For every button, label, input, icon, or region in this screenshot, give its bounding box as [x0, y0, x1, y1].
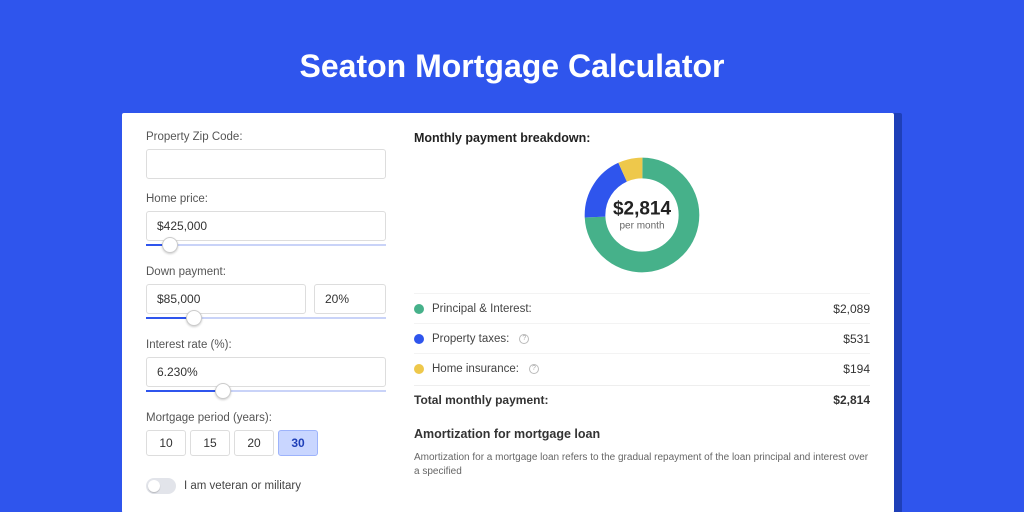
period-btn-15[interactable]: 15 — [190, 430, 230, 456]
zip-input[interactable] — [146, 149, 386, 179]
price-slider[interactable] — [146, 240, 386, 252]
total-row: Total monthly payment: $2,814 — [414, 385, 870, 407]
zip-label: Property Zip Code: — [146, 131, 386, 143]
amortization-section: Amortization for mortgage loan Amortizat… — [414, 427, 870, 479]
calculator-card: Property Zip Code: Home price: Down paym… — [122, 113, 894, 512]
period-btn-30[interactable]: 30 — [278, 430, 318, 456]
legend-row-taxes: Property taxes: ? $531 — [414, 323, 870, 353]
breakdown-title: Monthly payment breakdown: — [414, 131, 870, 145]
period-btn-10[interactable]: 10 — [146, 430, 186, 456]
period-row: 10 15 20 30 — [146, 430, 386, 456]
breakdown-panel: Monthly payment breakdown: $2,814 per mo… — [414, 131, 870, 512]
price-slider-thumb[interactable] — [162, 237, 178, 253]
page-title: Seaton Mortgage Calculator — [300, 48, 725, 85]
price-input[interactable] — [146, 211, 386, 241]
period-btn-20[interactable]: 20 — [234, 430, 274, 456]
legend-label: Home insurance: — [432, 363, 519, 375]
donut-center-sub: per month — [613, 221, 671, 232]
legend-label: Property taxes: — [432, 333, 509, 345]
rate-slider-thumb[interactable] — [215, 383, 231, 399]
price-label: Home price: — [146, 193, 386, 205]
rate-label: Interest rate (%): — [146, 339, 386, 351]
donut-chart: $2,814 per month — [414, 153, 870, 277]
veteran-toggle[interactable] — [146, 478, 176, 494]
dot-icon — [414, 364, 424, 374]
card-shadow: Property Zip Code: Home price: Down paym… — [122, 113, 902, 512]
down-slider[interactable] — [146, 313, 386, 325]
donut-center-value: $2,814 — [613, 199, 671, 221]
donut-center: $2,814 per month — [613, 199, 671, 232]
period-label: Mortgage period (years): — [146, 412, 386, 424]
legend-label: Principal & Interest: — [432, 303, 532, 315]
rate-slider[interactable] — [146, 386, 386, 398]
legend-value: $531 — [843, 332, 870, 346]
amort-title: Amortization for mortgage loan — [414, 427, 870, 441]
legend-value: $194 — [843, 362, 870, 376]
down-slider-thumb[interactable] — [186, 310, 202, 326]
total-label: Total monthly payment: — [414, 393, 548, 407]
down-label: Down payment: — [146, 266, 386, 278]
info-icon[interactable]: ? — [519, 334, 529, 344]
total-value: $2,814 — [833, 393, 870, 407]
rate-input[interactable] — [146, 357, 386, 387]
dot-icon — [414, 304, 424, 314]
info-icon[interactable]: ? — [529, 364, 539, 374]
down-pct-input[interactable] — [314, 284, 386, 314]
form-panel: Property Zip Code: Home price: Down paym… — [146, 131, 386, 512]
dot-icon — [414, 334, 424, 344]
legend-row-insurance: Home insurance: ? $194 — [414, 353, 870, 383]
veteran-label: I am veteran or military — [184, 480, 301, 492]
legend-row-principal: Principal & Interest: $2,089 — [414, 293, 870, 323]
amort-text: Amortization for a mortgage loan refers … — [414, 451, 870, 479]
down-amount-input[interactable] — [146, 284, 306, 314]
legend-value: $2,089 — [833, 302, 870, 316]
